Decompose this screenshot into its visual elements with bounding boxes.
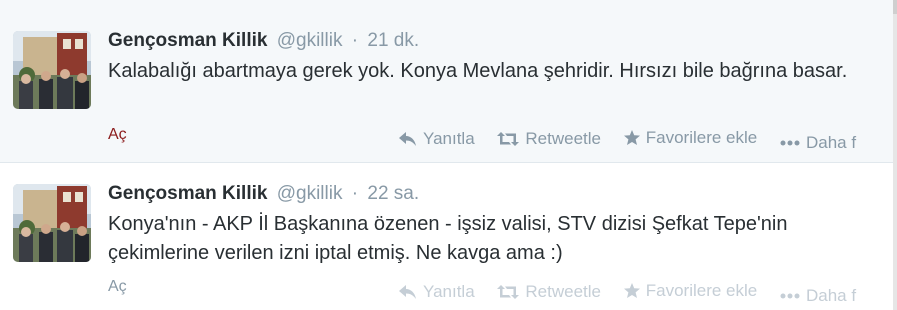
reply-label: Yanıtla <box>423 129 475 148</box>
retweet-icon <box>497 285 520 299</box>
tweet-header: Gençosman Killik @gkillik · 22 sa. <box>108 183 419 205</box>
tweet-actions: Yanıtla Retweetle Favorilere ekle Daha f <box>399 128 874 153</box>
retweet-label: Retweetle <box>525 282 602 301</box>
tweet[interactable]: Gençosman Killik @gkillik · 21 dk. Kalab… <box>0 0 893 163</box>
more-dots-icon <box>780 293 800 299</box>
reply-button[interactable]: Yanıtla <box>399 282 475 302</box>
more-label: Daha f <box>805 286 857 305</box>
tweet-header: Gençosman Killik @gkillik · 21 dk. <box>108 30 419 52</box>
reply-icon <box>399 132 416 146</box>
scrollbar[interactable] <box>893 0 897 310</box>
retweet-icon <box>497 132 520 146</box>
user-name[interactable]: Gençosman Killik <box>108 30 267 51</box>
favorite-button[interactable]: Favorilere ekle <box>623 128 758 148</box>
expand-link[interactable]: Aç <box>108 278 127 296</box>
user-handle[interactable]: @gkillik <box>277 30 343 51</box>
tweet-text: Kalabalığı abartmaya gerek yok. Konya Me… <box>108 60 848 82</box>
retweet-label: Retweetle <box>525 129 602 148</box>
avatar-photo <box>13 31 91 109</box>
separator: · <box>351 183 359 204</box>
user-name[interactable]: Gençosman Killik <box>108 183 267 204</box>
more-dots-icon <box>780 140 800 146</box>
tweet-text: Konya'nın - AKP İl Başkanına özenen - iş… <box>108 213 788 264</box>
more-button[interactable]: Daha f <box>780 133 856 153</box>
expand-link[interactable]: Aç <box>108 126 127 144</box>
tweet-timestamp[interactable]: 21 dk. <box>367 30 419 51</box>
tweet-timestamp[interactable]: 22 sa. <box>367 183 419 204</box>
more-button[interactable]: Daha f <box>780 286 856 306</box>
retweet-button[interactable]: Retweetle <box>497 129 601 149</box>
avatar-photo <box>13 184 91 262</box>
retweet-button[interactable]: Retweetle <box>497 282 601 302</box>
favorite-label: Favorilere ekle <box>645 128 758 147</box>
reply-button[interactable]: Yanıtla <box>399 129 475 149</box>
favorite-button[interactable]: Favorilere ekle <box>623 281 758 301</box>
tweet-actions: Yanıtla Retweetle Favorilere ekle Daha f <box>399 281 874 306</box>
tweet[interactable]: Gençosman Killik @gkillik · 22 sa. Konya… <box>0 164 893 310</box>
favorite-label: Favorilere ekle <box>645 281 758 300</box>
star-icon <box>623 283 640 298</box>
reply-label: Yanıtla <box>423 282 475 301</box>
avatar[interactable] <box>13 31 91 109</box>
scrollbar-thumb[interactable] <box>893 0 897 14</box>
star-icon <box>623 130 640 145</box>
avatar[interactable] <box>13 184 91 262</box>
reply-icon <box>399 285 416 299</box>
separator: · <box>351 30 359 51</box>
more-label: Daha f <box>805 133 857 152</box>
user-handle[interactable]: @gkillik <box>277 183 343 204</box>
